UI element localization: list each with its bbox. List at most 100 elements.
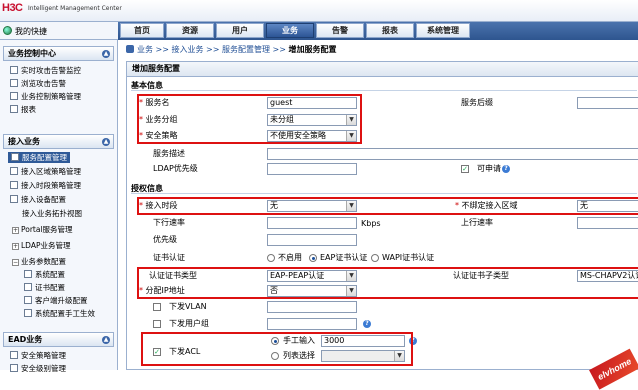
acl-manual-radio[interactable] xyxy=(271,337,279,345)
sidebar-item-topology[interactable]: 接入业务拓扑视图 xyxy=(22,208,82,219)
acl-label: 下发ACL xyxy=(169,347,201,356)
item-label: 安全级别管理 xyxy=(21,364,66,373)
collapse-icon[interactable]: ▲ xyxy=(102,50,110,58)
sidebar-item-reports[interactable]: 报表 xyxy=(10,104,36,115)
security-policy-value: 不使用安全策略 xyxy=(270,131,326,140)
crumb-separator: >> xyxy=(272,45,286,54)
acl-checkbox[interactable]: ✓ xyxy=(153,348,161,356)
my-shortcuts[interactable]: 我的快捷 xyxy=(0,22,118,40)
cert-eap-radio[interactable] xyxy=(309,254,317,262)
sidebar-section-access[interactable]: 接入业务 ▲ xyxy=(3,134,114,149)
acl-list-radio[interactable] xyxy=(271,352,279,360)
config-icon xyxy=(24,270,32,278)
group-select[interactable]: 未分组 ▼ xyxy=(267,114,357,126)
item-label: LDAP业务管理 xyxy=(21,241,71,250)
service-name-label: * 服务名 xyxy=(139,98,170,107)
device-icon xyxy=(10,195,18,203)
help-icon[interactable]: ? xyxy=(409,337,417,345)
sidebar-item-ldap[interactable]: + LDAP业务管理 xyxy=(12,240,70,251)
sidebar-item-security-level[interactable]: 安全级别管理 xyxy=(10,363,66,374)
tab-home[interactable]: 首页 xyxy=(120,23,164,38)
item-label: 接入区域策略管理 xyxy=(21,167,81,176)
sidebar-item-params[interactable]: − 业务参数配置 xyxy=(12,256,66,267)
priority-input[interactable] xyxy=(267,234,357,246)
apply-icon xyxy=(24,309,32,317)
unbound-area-select[interactable]: 无 xyxy=(577,200,638,212)
vlan-input[interactable] xyxy=(267,301,357,313)
cert-subtype-select[interactable]: MS-CHAPV2认证 xyxy=(577,270,638,282)
sidebar-item-device-config[interactable]: 接入设备配置 xyxy=(10,194,66,205)
sidebar-item-service-config[interactable]: 服务配置管理 xyxy=(8,152,70,163)
tab-reports[interactable]: 报表 xyxy=(366,23,414,38)
cert-type-select[interactable]: EAP-PEAP认证 ▼ xyxy=(267,270,357,282)
collapse-tree-icon[interactable]: − xyxy=(12,259,19,266)
assign-ip-select[interactable]: 否 ▼ xyxy=(267,285,357,297)
area-icon xyxy=(10,167,18,175)
tab-resources[interactable]: 资源 xyxy=(166,23,214,38)
access-period-select[interactable]: 无 ▼ xyxy=(267,200,357,212)
sidebar-item-attack-monitor[interactable]: 实时攻击告警监控 xyxy=(10,65,81,76)
service-suffix-label: 服务后缀 xyxy=(461,98,493,107)
cert-disabled-radio[interactable] xyxy=(267,254,275,262)
security-policy-select[interactable]: 不使用安全策略 ▼ xyxy=(267,130,357,142)
sidebar-item-client-upgrade[interactable]: 客户端升级配置 xyxy=(24,295,88,306)
acl-list-select[interactable]: ▼ xyxy=(321,350,405,362)
up-rate-input[interactable] xyxy=(577,217,638,229)
user-group-label: 下发用户组 xyxy=(169,319,209,328)
item-label: 服务配置管理 xyxy=(22,153,67,162)
item-label: 业务参数配置 xyxy=(21,257,66,266)
ldap-priority-input[interactable] xyxy=(267,163,357,175)
collapse-icon[interactable]: ▲ xyxy=(102,336,110,344)
sidebar-section-service-control[interactable]: 业务控制中心 ▲ xyxy=(3,46,114,61)
service-name-input[interactable]: guest xyxy=(267,97,357,109)
service-suffix-input[interactable] xyxy=(577,97,638,109)
help-icon[interactable]: ? xyxy=(363,320,371,328)
tab-alarms[interactable]: 告警 xyxy=(316,23,364,38)
sidebar-item-area-policy[interactable]: 接入区域策略管理 xyxy=(10,166,81,177)
crumb-access[interactable]: 接入业务 xyxy=(172,45,204,54)
vlan-checkbox[interactable] xyxy=(153,303,161,311)
expand-icon[interactable]: + xyxy=(12,243,19,250)
item-label: Portal服务管理 xyxy=(21,225,73,234)
collapse-icon[interactable]: ▲ xyxy=(102,138,110,146)
security-policy-label: * 安全策略 xyxy=(139,131,178,140)
tab-users[interactable]: 用户 xyxy=(216,23,264,38)
h3c-logo: H3C xyxy=(2,2,23,14)
highlight-box-period xyxy=(137,197,638,215)
cert-wapi-radio[interactable] xyxy=(371,254,379,262)
top-banner: H3C Intelligent Management Center xyxy=(0,0,638,22)
sidebar-item-control-policy[interactable]: 业务控制策略管理 xyxy=(10,91,81,102)
cert-type-label: 认证证书类型 xyxy=(149,271,197,280)
item-label: 接入业务拓扑视图 xyxy=(22,209,82,218)
form-panel: 增加服务配置 基本信息 * 服务名 guest 服务后缀 * 业务分组 未分组 ▼… xyxy=(126,61,638,370)
acl-manual-input[interactable]: 3000 xyxy=(321,335,405,347)
tab-services[interactable]: 业务 xyxy=(266,23,314,38)
item-label: 系统配置手工生效 xyxy=(35,309,95,318)
crumb-services[interactable]: 业务 xyxy=(137,45,153,54)
cert-icon xyxy=(24,283,32,291)
applicable-checkbox[interactable]: ✓ xyxy=(461,165,469,173)
down-rate-input[interactable] xyxy=(267,217,357,229)
acl-manual-label: 手工输入 xyxy=(283,336,315,345)
sidebar-item-security-policy[interactable]: 安全策略管理 xyxy=(10,350,66,361)
sidebar-item-period-policy[interactable]: 接入时段策略管理 xyxy=(10,180,81,191)
crumb-service-config[interactable]: 服务配置管理 xyxy=(222,45,270,54)
description-input[interactable] xyxy=(267,148,638,160)
user-group-checkbox[interactable] xyxy=(153,320,161,328)
vlan-label: 下发VLAN xyxy=(169,302,207,311)
sidebar-item-browse-alarms[interactable]: 浏览攻击告警 xyxy=(10,78,66,89)
sidebar-item-cert-config[interactable]: 证书配置 xyxy=(24,282,65,293)
user-group-input[interactable] xyxy=(267,318,357,330)
description-label: 服务描述 xyxy=(153,149,185,158)
sidebar-item-manual-apply[interactable]: 系统配置手工生效 xyxy=(24,308,95,319)
main-tab-bar: 首页 资源 用户 业务 告警 报表 系统管理 xyxy=(118,22,638,40)
sidebar-item-system-config[interactable]: 系统配置 xyxy=(24,269,65,280)
sidebar-section-ead[interactable]: EAD业务 ▲ xyxy=(3,332,114,347)
help-icon[interactable]: ? xyxy=(502,165,510,173)
sidebar-item-portal[interactable]: + Portal服务管理 xyxy=(12,224,73,235)
breadcrumb-icon xyxy=(126,45,134,53)
dropdown-arrow-icon: ▼ xyxy=(346,115,356,125)
expand-icon[interactable]: + xyxy=(12,227,19,234)
tab-system[interactable]: 系统管理 xyxy=(416,23,470,38)
group-label: * 业务分组 xyxy=(139,115,178,124)
